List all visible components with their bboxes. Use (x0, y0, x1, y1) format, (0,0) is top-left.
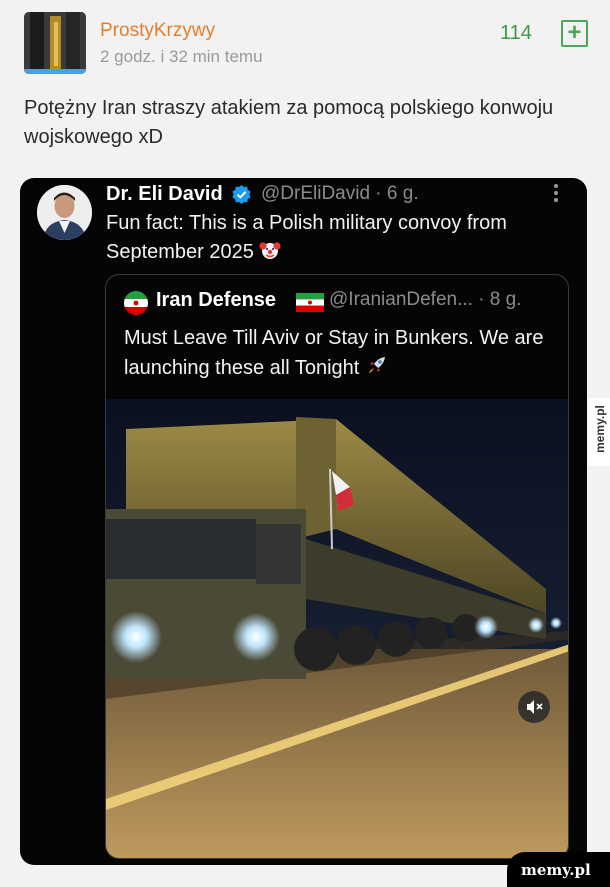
rocket-emoji-icon (368, 357, 385, 373)
tweet-text-content: Fun fact: This is a Polish military conv… (106, 212, 507, 263)
tweet-author-name: Dr. Eli David (106, 183, 223, 205)
verified-badge-icon (232, 184, 251, 205)
mute-icon[interactable] (518, 691, 550, 723)
more-options-icon[interactable] (550, 182, 562, 204)
username-link[interactable]: ProstyKrzywy (100, 20, 215, 42)
iran-flag-icon (296, 293, 324, 312)
quoted-text-content: Must Leave Till Aviv or Stay in Bunkers.… (124, 327, 544, 379)
memy-logo[interactable]: memy.pl (507, 852, 610, 887)
tweet-avatar (37, 185, 92, 240)
quoted-text: Must Leave Till Aviv or Stay in Bunkers.… (124, 323, 554, 383)
iran-flag-avatar-icon (124, 291, 148, 315)
tweet-text: Fun fact: This is a Polish military conv… (106, 209, 576, 267)
quoted-author-name: Iran Defense (156, 289, 277, 311)
embedded-tweet-image[interactable]: Dr. Eli David @DrEliDavid · 6 g. Fun fac… (20, 178, 587, 865)
post-header: ProstyKrzywy 2 godz. i 32 min temu 114 + (0, 0, 610, 90)
side-watermark-tab[interactable]: memy.pl (588, 398, 610, 466)
quoted-tweet[interactable]: Iran Defense @IranianDefen... · 8 g. Mus… (105, 274, 569, 859)
post-text: Potężny Iran straszy atakiem za pomocą p… (24, 97, 554, 148)
post-timestamp[interactable]: 2 godz. i 32 min temu (100, 47, 263, 67)
clown-emoji-icon (259, 242, 282, 259)
upvote-button[interactable]: + (561, 20, 588, 47)
tweet-handle: @DrEliDavid · 6 g. (261, 183, 419, 204)
avatar[interactable] (24, 12, 86, 74)
side-watermark-text: memy.pl (593, 405, 607, 453)
quoted-handle: @IranianDefen... · 8 g. (329, 289, 522, 310)
vote-count: 114 (500, 22, 532, 44)
convoy-video[interactable] (106, 399, 569, 859)
